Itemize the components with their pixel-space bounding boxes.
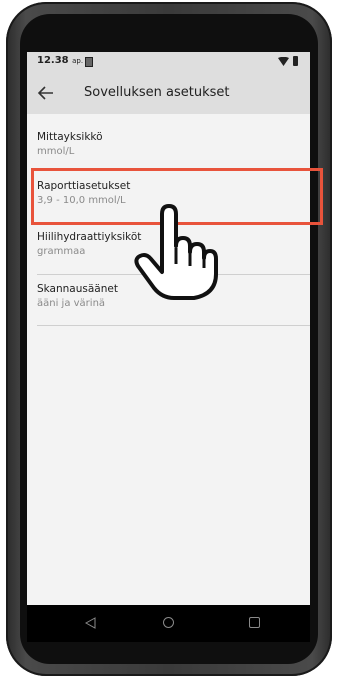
setting-label: Raporttiasetukset	[37, 180, 131, 192]
setting-value: grammaa	[37, 246, 86, 257]
pointing-hand-icon	[134, 204, 218, 300]
nav-back-icon[interactable]	[85, 617, 96, 629]
divider	[37, 325, 310, 326]
setting-label: Skannausäänet	[37, 283, 118, 295]
status-time-suffix: ap.	[72, 57, 84, 65]
navigation-bar	[27, 605, 310, 642]
setting-label: Hiilihydraattiyksiköt	[37, 231, 142, 243]
arrow-left-icon[interactable]	[37, 84, 55, 102]
setting-label: Mittayksikkö	[37, 131, 103, 143]
status-bar: 12.38 ap.	[27, 52, 310, 72]
nav-recents-icon[interactable]	[249, 617, 260, 628]
document-icon	[85, 57, 93, 67]
setting-value: ääni ja värinä	[37, 298, 106, 309]
app-bar: Sovelluksen asetukset	[27, 72, 310, 114]
setting-value: mmol/L	[37, 146, 75, 157]
status-time-value: 12.38	[37, 55, 69, 66]
page-title: Sovelluksen asetukset	[84, 85, 230, 100]
battery-icon	[293, 56, 298, 66]
phone-screen: 12.38 ap. Sovelluksen asetukset Mittayks…	[27, 52, 310, 642]
nav-home-icon[interactable]	[163, 617, 174, 628]
status-time: 12.38 ap.	[37, 55, 83, 66]
setting-value: 3,9 - 10,0 mmol/L	[37, 195, 126, 206]
wifi-icon	[278, 57, 289, 66]
setting-unit[interactable]: Mittayksikkö mmol/L	[27, 122, 310, 169]
